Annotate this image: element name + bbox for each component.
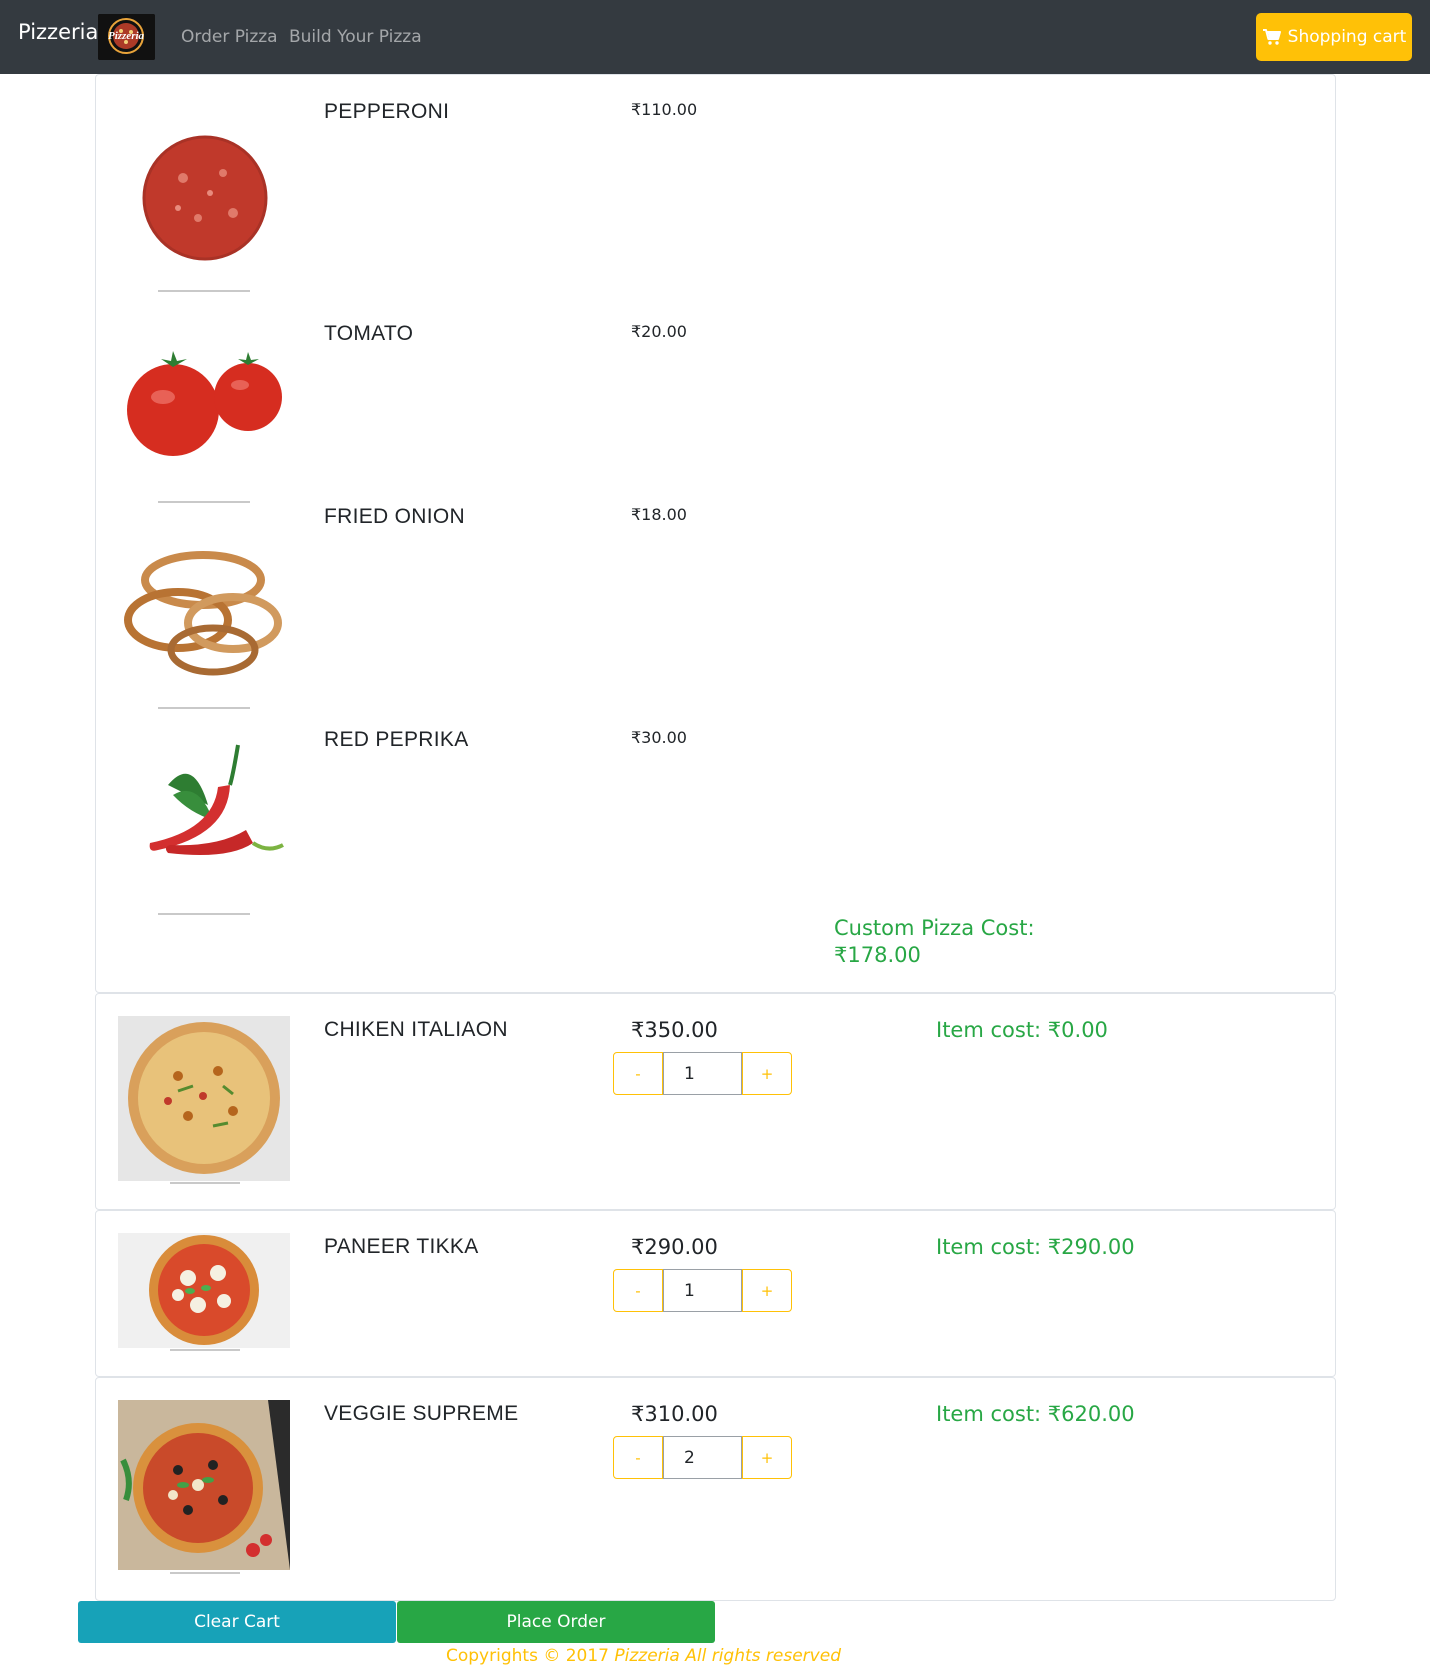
topping-name: RED PEPRIKA	[324, 728, 469, 751]
paneer-tikka-image	[118, 1233, 290, 1353]
increase-button[interactable]: +	[742, 1269, 792, 1312]
pizza-name: VEGGIE SUPREME	[324, 1402, 519, 1425]
pepperoni-image	[118, 93, 290, 293]
decrease-button[interactable]: -	[613, 1436, 663, 1479]
cart-item-card: VEGGIE SUPREME ₹310.00 - 2 + Item cost: …	[95, 1377, 1336, 1601]
shopping-cart-icon	[1262, 29, 1281, 45]
pizza-price: ₹310.00	[631, 1402, 718, 1426]
item-cost: Item cost: ₹0.00	[936, 1018, 1108, 1042]
topping-price: ₹30.00	[631, 728, 687, 747]
tomato-image	[118, 325, 290, 505]
custom-pizza-cost: Custom Pizza Cost: ₹178.00	[834, 915, 1035, 969]
quantity-stepper: - 1 +	[613, 1052, 792, 1095]
topping-price: ₹20.00	[631, 322, 687, 341]
topping-name: TOMATO	[324, 322, 414, 345]
veggie-supreme-image	[118, 1400, 290, 1576]
topping-name: PEPPERONI	[324, 100, 450, 123]
pizza-price: ₹290.00	[631, 1235, 718, 1259]
quantity-stepper: - 2 +	[613, 1436, 792, 1479]
place-order-button[interactable]: Place Order	[397, 1601, 715, 1643]
fried-onion-image	[118, 505, 290, 710]
red-peprika-image	[118, 725, 290, 925]
footer: Copyrights © 2017 Pizzeria All rights re…	[0, 1646, 1430, 1666]
decrease-button[interactable]: -	[613, 1052, 663, 1095]
topping-price: ₹18.00	[631, 505, 687, 524]
quantity-input[interactable]: 1	[663, 1052, 742, 1095]
item-cost: Item cost: ₹290.00	[936, 1235, 1135, 1259]
quantity-input[interactable]: 1	[663, 1269, 742, 1312]
nav-order-pizza[interactable]: Order Pizza	[181, 27, 278, 47]
footer-copyright: Copyrights © 2017	[446, 1646, 609, 1666]
svg-text:Pizzeria: Pizzeria	[108, 30, 145, 42]
increase-button[interactable]: +	[742, 1436, 792, 1479]
brand-name[interactable]: Pizzeria	[18, 20, 98, 44]
chicken-pizza-image	[118, 1016, 290, 1186]
custom-pizza-cost-label: Custom Pizza Cost:	[834, 916, 1035, 940]
cart-item-card: PANEER TIKKA ₹290.00 - 1 + Item cost: ₹2…	[95, 1210, 1336, 1377]
clear-cart-button[interactable]: Clear Cart	[78, 1601, 396, 1643]
decrease-button[interactable]: -	[613, 1269, 663, 1312]
cart-item-card: CHIKEN ITALIAON ₹350.00 - 1 + Item cost:…	[95, 993, 1336, 1210]
topping-price: ₹110.00	[631, 100, 698, 119]
footer-brand: Pizzeria	[614, 1646, 680, 1666]
pizza-price: ₹350.00	[631, 1018, 718, 1042]
nav-build-your-pizza[interactable]: Build Your Pizza	[289, 27, 422, 47]
shopping-cart-label: Shopping cart	[1287, 27, 1407, 47]
pizza-name: CHIKEN ITALIAON	[324, 1018, 508, 1041]
quantity-stepper: - 1 +	[613, 1269, 792, 1312]
shopping-cart-button[interactable]: Shopping cart	[1256, 13, 1412, 61]
pizzeria-logo[interactable]: Pizzeria	[98, 14, 155, 60]
custom-pizza-cost-value: ₹178.00	[834, 943, 921, 967]
pizza-name: PANEER TIKKA	[324, 1235, 479, 1258]
custom-pizza-card: PEPPERONI ₹110.00 TOMATO ₹20.00 FRIED ON…	[95, 74, 1336, 993]
increase-button[interactable]: +	[742, 1052, 792, 1095]
topping-name: FRIED ONION	[324, 505, 465, 528]
navbar: Pizzeria Pizzeria Order Pizza Build Your…	[0, 0, 1430, 74]
item-cost: Item cost: ₹620.00	[936, 1402, 1135, 1426]
quantity-input[interactable]: 2	[663, 1436, 742, 1479]
footer-rights: All rights reserved	[685, 1646, 841, 1666]
